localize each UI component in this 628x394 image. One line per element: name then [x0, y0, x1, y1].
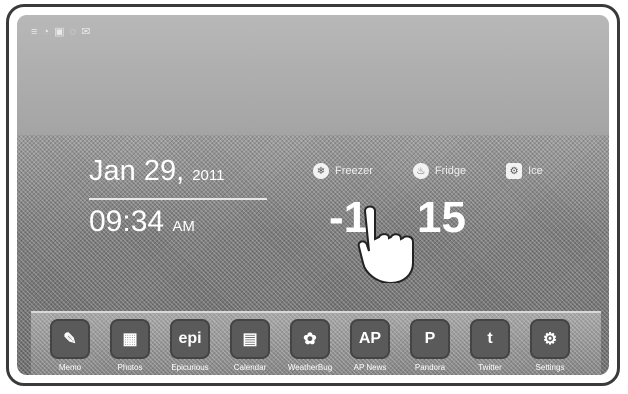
temperature-labels: ❄ Freezer ♨ Fridge ⚙ Ice — [313, 163, 543, 179]
date-time-widget[interactable]: Jan 29, 2011 09:34 AM — [89, 155, 267, 243]
fridge-label[interactable]: ♨ Fridge — [412, 163, 467, 179]
app-dock: ✎ Memo ▦ Photos epi Epicurious ▤ Calenda… — [31, 311, 601, 375]
dock-label-epicurious: Epicurious — [171, 363, 209, 372]
dock-label-ap-news: AP News — [353, 363, 387, 372]
pandora-icon: P — [410, 319, 450, 359]
time-main: 09:34 — [89, 205, 165, 238]
ice-label-text: Ice — [528, 165, 543, 177]
fridge-label-text: Fridge — [434, 165, 467, 177]
freezer-label-text: Freezer — [335, 165, 373, 177]
ap-news-icon: AP — [350, 319, 390, 359]
dock-apps: ✎ Memo ▦ Photos epi Epicurious ▤ Calenda… — [45, 319, 575, 372]
dock-label-photos: Photos — [117, 363, 143, 372]
home-screen: ≡ ◔ ▣ ◌ ✉ Jan 29, 2011 09:34 AM ❄ Freeze… — [17, 15, 609, 375]
date-main: Jan 29, — [89, 155, 185, 187]
time-ampm: AM — [172, 218, 195, 235]
time-display: 09:34 AM — [89, 206, 267, 243]
freezer-label[interactable]: ❄ Freezer — [313, 163, 373, 179]
freezer-icon: ❄ — [313, 163, 329, 179]
dock-label-memo: Memo — [58, 363, 82, 372]
memo-icon: ✎ — [50, 319, 90, 359]
dock-label-settings: Settings — [535, 363, 565, 372]
settings-icon: ⚙ — [530, 319, 570, 359]
dock-item-settings[interactable]: ⚙ Settings — [525, 319, 575, 372]
dock-label-calendar: Calendar — [233, 363, 267, 372]
status-bar: ≡ ◔ ▣ ◌ ✉ — [31, 26, 92, 38]
photos-icon: ▦ — [110, 319, 150, 359]
weatherbug-icon: ✿ — [290, 319, 330, 359]
sky-background — [17, 15, 609, 135]
twitter-icon: t — [470, 319, 510, 359]
dock-item-weatherbug[interactable]: ✿ WeatherBug — [285, 319, 335, 372]
dock-item-photos[interactable]: ▦ Photos — [105, 319, 155, 372]
device-frame: ≡ ◔ ▣ ◌ ✉ Jan 29, 2011 09:34 AM ❄ Freeze… — [6, 4, 620, 386]
calendar-icon: ▤ — [230, 319, 270, 359]
dock-item-calendar[interactable]: ▤ Calendar — [225, 319, 275, 372]
dock-item-epicurious[interactable]: epi Epicurious — [165, 319, 215, 372]
epicurious-icon: epi — [170, 319, 210, 359]
divider-line — [89, 198, 267, 200]
dock-label-twitter: Twitter — [478, 363, 502, 372]
dock-item-twitter[interactable]: t Twitter — [465, 319, 515, 372]
hand-touch-icon — [355, 203, 425, 288]
dock-item-pandora[interactable]: P Pandora — [405, 319, 455, 372]
date-display: Jan 29, 2011 — [89, 155, 267, 192]
fridge-icon: ♨ — [412, 163, 429, 179]
date-year: 2011 — [192, 167, 225, 184]
ice-icon: ⚙ — [506, 163, 523, 179]
ice-label[interactable]: ⚙ Ice — [506, 163, 543, 179]
dock-item-memo[interactable]: ✎ Memo — [45, 319, 95, 372]
dock-item-ap-news[interactable]: AP AP News — [345, 319, 395, 372]
dock-label-weatherbug: WeatherBug — [287, 363, 333, 372]
dock-label-pandora: Pandora — [414, 363, 446, 372]
